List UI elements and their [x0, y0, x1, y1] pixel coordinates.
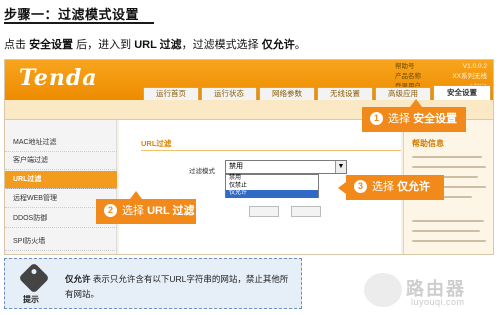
tab-security[interactable]: 安全设置 [433, 85, 491, 100]
tag-icon [18, 262, 50, 294]
router-screenshot: Tenda 帮助号V1.0.0.2 产品名称XX系列无线 登录用户admin 运… [4, 59, 494, 255]
intro-part-1: 点击 [4, 39, 30, 51]
intro-part-4: 。 [294, 39, 306, 51]
content-divider [141, 150, 401, 151]
tip-body: 表示只允许含有以下URL字符串的网站，禁止其他所有网站。 [65, 274, 289, 299]
watermark: 路由器 luyouqi.com [356, 273, 496, 311]
chevron-down-icon[interactable]: ▼ [335, 161, 346, 173]
intro-text: 点击 安全设置 后，进入到 URL 过滤，过滤模式选择 仅允许。 [4, 36, 306, 52]
help-text-line [412, 240, 486, 242]
select-value: 禁用 [229, 163, 243, 170]
title-underline [4, 22, 154, 24]
tab-wireless[interactable]: 无线设置 [317, 87, 373, 100]
tip-box: 提示 仅允许 表示只允许含有以下URL字符串的网站，禁止其他所有网站。 [4, 258, 302, 309]
option-allow-only[interactable]: 仅允许 [226, 190, 318, 198]
sidebar-menu: MAC地址过滤 客户端过滤 URL过滤 远程WEB管理 DDOS防御 SPI防火… [5, 120, 117, 254]
info-row: 产品名称 XX系列无线 [395, 72, 487, 82]
menu-client-filter[interactable]: 客户端过滤 [5, 152, 117, 170]
filter-mode-dropdown: 禁用 仅禁止 仅允许 [225, 174, 319, 198]
intro-part-3: ，过滤模式选择 [181, 39, 262, 51]
callout-target: 仅允许 [397, 181, 431, 193]
save-button[interactable] [249, 206, 279, 217]
tab-advanced[interactable]: 高级应用 [375, 87, 431, 100]
watermark-en: luyouqi.com [411, 297, 465, 307]
help-title: 帮助信息 [412, 139, 444, 148]
info-value: V1.0.0.2 [462, 63, 487, 70]
intro-allow-only: 仅允许 [261, 39, 295, 51]
filter-mode-select[interactable]: 禁用 ▼ [225, 160, 347, 174]
intro-url-filter: URL 过滤 [134, 39, 182, 51]
callout-select-security: 1 选择 安全设置 [362, 107, 466, 132]
info-value: XX系列无线 [452, 73, 487, 80]
option-deny-only[interactable]: 仅禁止 [226, 183, 318, 191]
tip-bold: 仅允许 [65, 274, 91, 284]
router-header: Tenda 帮助号V1.0.0.2 产品名称XX系列无线 登录用户admin 运… [5, 60, 493, 100]
callout-pointer [338, 182, 346, 194]
callout-prefix: 选择 [372, 181, 398, 193]
info-row: 帮助号 V1.0.0.2 [395, 62, 487, 72]
content-title: URL过滤 [141, 139, 172, 148]
help-text-line [412, 166, 486, 168]
help-text-line [412, 156, 482, 158]
intro-part-2: 后，进入到 [73, 39, 135, 51]
callout-prefix: 选择 [388, 113, 414, 125]
option-disable[interactable]: 禁用 [226, 175, 318, 183]
callout-select-url-filter: 2 选择 URL 过滤 [96, 199, 196, 224]
filter-mode-label: 过滤模式 [189, 168, 215, 175]
tip-text: 仅允许 表示只允许含有以下URL字符串的网站，禁止其他所有网站。 [65, 272, 293, 302]
cancel-button[interactable] [291, 206, 321, 217]
step-number-2: 2 [104, 204, 117, 217]
info-label: 帮助号 [395, 63, 415, 70]
menu-spi-firewall[interactable]: SPI防火墙 [5, 233, 117, 251]
help-text-line [412, 230, 480, 232]
info-label: 产品名称 [395, 73, 421, 80]
step-title: 步骤一：过滤模式设置 [4, 7, 140, 22]
intro-security-settings: 安全设置 [29, 39, 74, 51]
tab-network-params[interactable]: 网络参数 [259, 87, 315, 100]
step-number-1: 1 [370, 112, 383, 125]
menu-url-filter[interactable]: URL过滤 [5, 171, 117, 189]
nav-tabs: 运行首页 运行状态 网络参数 无线设置 高级应用 安全设置 [5, 84, 493, 100]
callout-select-allow-only: 3 选择 仅允许 [346, 175, 444, 200]
callout-prefix: 选择 [122, 205, 148, 217]
callout-target: 安全设置 [413, 113, 458, 125]
router-logo-icon [364, 273, 402, 307]
menu-mac-filter[interactable]: MAC地址过滤 [5, 134, 117, 152]
callout-target: URL 过滤 [147, 205, 195, 217]
tab-run-home[interactable]: 运行首页 [143, 87, 199, 100]
callout-pointer [130, 191, 142, 199]
tab-run-status[interactable]: 运行状态 [201, 87, 257, 100]
step-number-3: 3 [354, 180, 367, 193]
tip-label: 提示 [23, 295, 39, 304]
callout-pointer [410, 99, 422, 107]
help-text-line [412, 220, 484, 222]
